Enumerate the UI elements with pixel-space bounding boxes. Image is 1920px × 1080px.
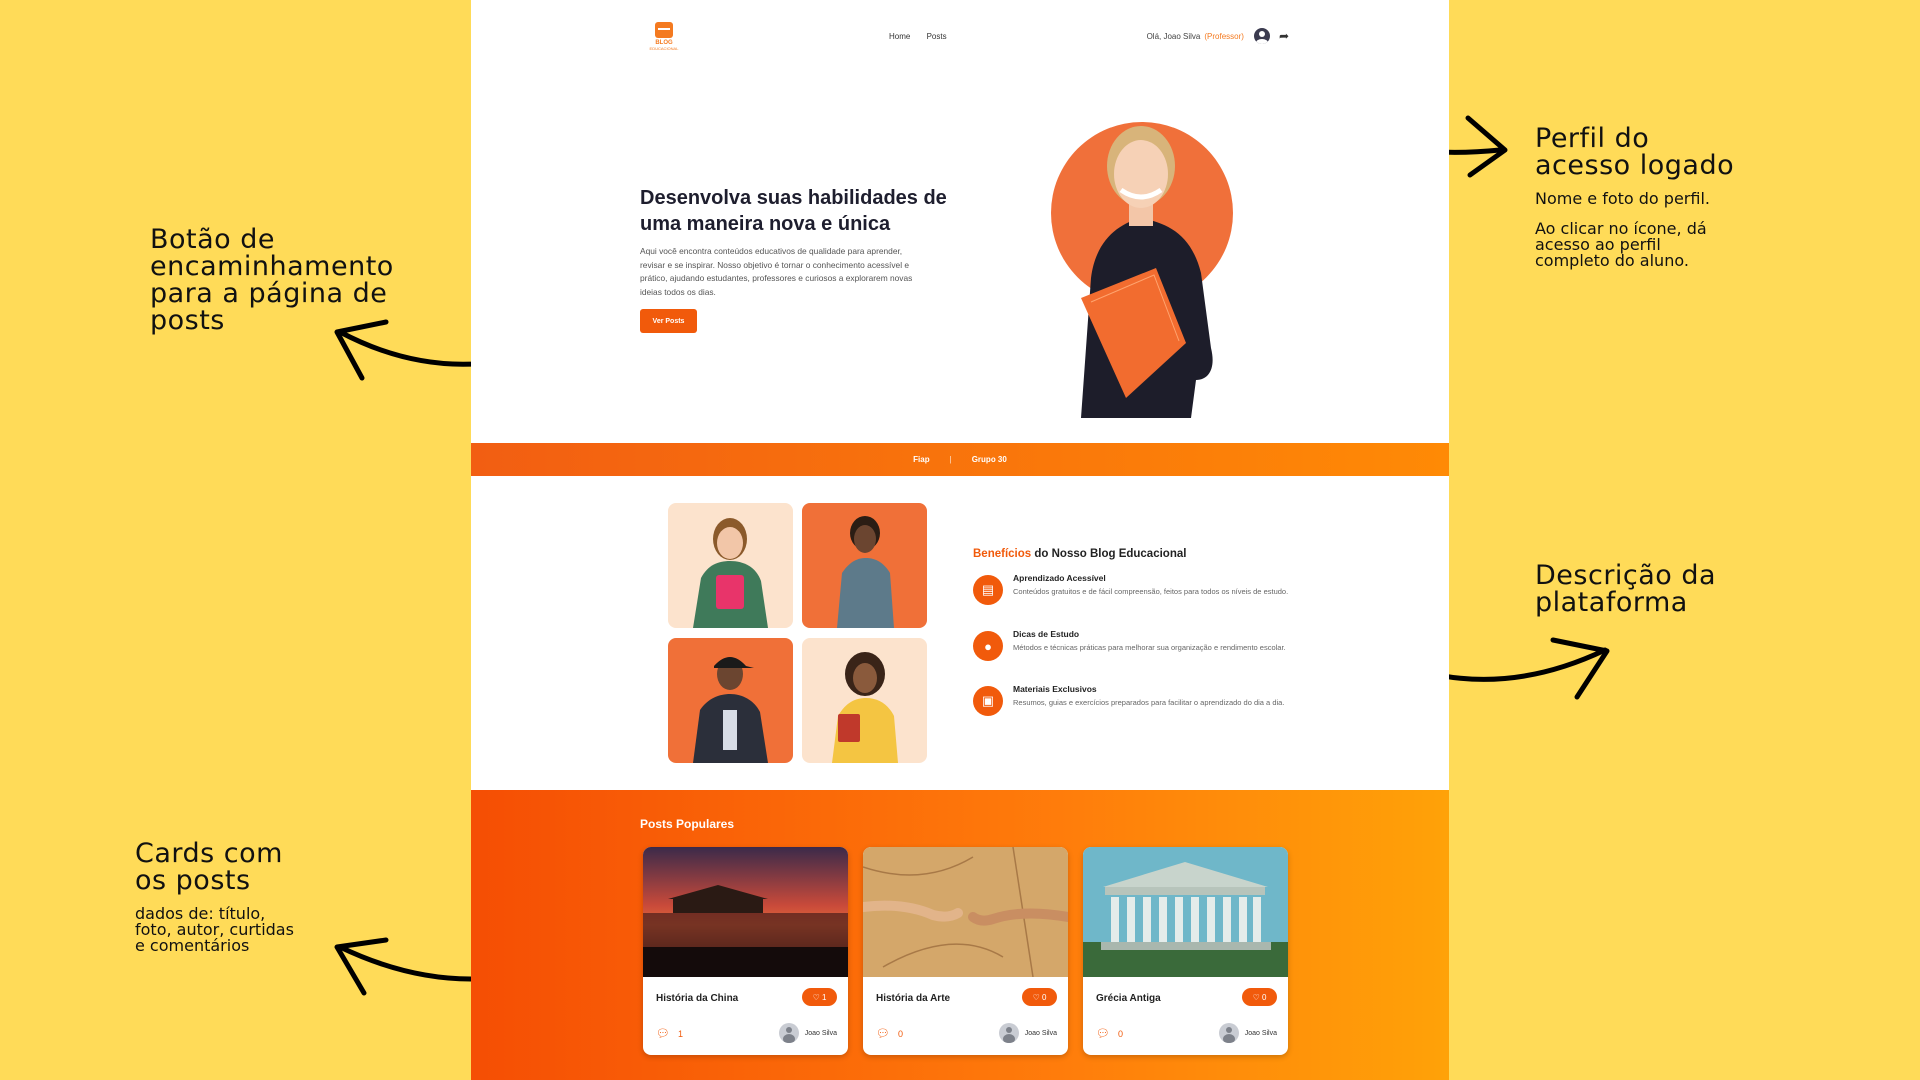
post-image [1083, 847, 1288, 977]
header: BLOG EDUCACIONAL Home Posts Olá, Joao Si… [471, 0, 1449, 75]
comment-icon: 💬︎ [656, 1028, 670, 1040]
student-photo [668, 503, 793, 628]
comment-button[interactable]: 💬︎ 1 [656, 1027, 683, 1040]
student-photo [802, 638, 927, 763]
hero-student-image [1081, 126, 1213, 418]
main-nav: Home Posts [889, 32, 961, 41]
post-author: Joao Silva [778, 1023, 837, 1043]
student-photo [668, 638, 793, 763]
post-title: História da China [656, 993, 739, 1004]
student-photo-image [837, 516, 894, 628]
book-icon: ▤ [973, 575, 1003, 605]
student-photo [802, 503, 927, 628]
user-profile-icon[interactable] [1253, 28, 1270, 44]
benefit-title: Aprendizado Acessível [1013, 573, 1106, 583]
strip-grupo: Grupo 30 [971, 455, 1007, 464]
benefit-title: Dicas de Estudo [1013, 629, 1080, 639]
like-count: 0 [1041, 992, 1047, 1002]
hero-title: Desenvolva suas habilidades de uma manei… [640, 187, 947, 235]
avatar [1218, 1023, 1239, 1043]
post-card[interactable]: História da China ♡ 1 💬︎ 1 Joao Silva [643, 847, 848, 1055]
heart-icon: ♡ [1032, 992, 1040, 1002]
like-button[interactable]: ♡ 0 [1242, 988, 1277, 1006]
logo[interactable]: BLOG EDUCACIONAL [646, 22, 682, 51]
post-author: Joao Silva [1218, 1023, 1277, 1043]
like-count: 0 [1261, 992, 1267, 1002]
post-title: História da Arte [876, 993, 951, 1004]
strip-separator: | [949, 455, 952, 464]
lightbulb-icon: ● [973, 631, 1003, 661]
like-button[interactable]: ♡ 0 [1022, 988, 1057, 1006]
heart-icon: ♡ [1252, 992, 1260, 1002]
avatar [778, 1023, 799, 1043]
comment-button[interactable]: 💬︎ 0 [1096, 1027, 1123, 1040]
blog-page: BLOG EDUCACIONAL Home Posts Olá, Joao Si… [471, 0, 1449, 1080]
benefit-desc: Conteúdos gratuitos e de fácil compreens… [1013, 587, 1289, 596]
author-name: Joao Silva [1244, 1029, 1277, 1037]
benefits-title-rest: do Nosso Blog Educacional [1031, 548, 1187, 560]
nav-posts[interactable]: Posts [927, 32, 947, 41]
info-strip: Fiap | Grupo 30 [471, 443, 1449, 476]
nav-home[interactable]: Home [889, 32, 910, 41]
logout-icon[interactable]: ➦ [1279, 29, 1289, 43]
logo-box-icon [655, 22, 673, 38]
student-photo-image [693, 657, 768, 763]
benefits-title: Benefícios do Nosso Blog Educacional [973, 548, 1186, 560]
benefit-title: Materiais Exclusivos [1013, 684, 1097, 694]
post-image [863, 847, 1068, 977]
student-photo-image [693, 518, 768, 628]
user-role: (Professor) [1204, 31, 1244, 41]
comment-count: 0 [1117, 1028, 1123, 1039]
comment-icon: 💬︎ [1096, 1028, 1110, 1040]
post-image [643, 847, 848, 977]
heart-icon: ♡ [812, 992, 820, 1002]
comment-button[interactable]: 💬︎ 0 [876, 1027, 903, 1040]
comment-count: 1 [677, 1028, 683, 1039]
user-area: Olá, Joao Silva (Professor) ➦ [1147, 28, 1289, 44]
strip-fiap: Fiap [913, 455, 930, 464]
user-greeting: Olá, Joao Silva [1146, 31, 1201, 41]
author-name: Joao Silva [1024, 1029, 1057, 1037]
author-name: Joao Silva [804, 1029, 837, 1037]
post-author: Joao Silva [998, 1023, 1057, 1043]
hero-text: Aqui você encontra conteúdos educativos … [640, 246, 913, 297]
teacher-icon: ▣ [973, 686, 1003, 716]
student-photo-image [832, 652, 898, 763]
post-title: Grécia Antiga [1096, 993, 1161, 1004]
benefits-title-highlight: Benefícios [973, 548, 1032, 560]
like-count: 1 [821, 992, 827, 1002]
avatar [998, 1023, 1019, 1043]
like-button[interactable]: ♡ 1 [802, 988, 837, 1006]
comment-count: 0 [897, 1028, 903, 1039]
benefit-desc: Resumos, guias e exercícios preparados p… [1013, 698, 1285, 707]
logo-subtext: EDUCACIONAL [649, 46, 679, 51]
post-card[interactable]: Grécia Antiga ♡ 0 💬︎ 0 Joao Silva [1083, 847, 1288, 1055]
posts-title: Posts Populares [640, 817, 735, 831]
post-card[interactable]: História da Arte ♡ 0 💬︎ 0 Joao Silva [863, 847, 1068, 1055]
comment-icon: 💬︎ [876, 1028, 890, 1040]
ver-posts-button[interactable]: Ver Posts [640, 309, 697, 333]
benefit-desc: Métodos e técnicas práticas para melhora… [1013, 643, 1286, 652]
popular-posts-section: Posts Populares História da China ♡ 1 💬︎… [471, 790, 1449, 1080]
